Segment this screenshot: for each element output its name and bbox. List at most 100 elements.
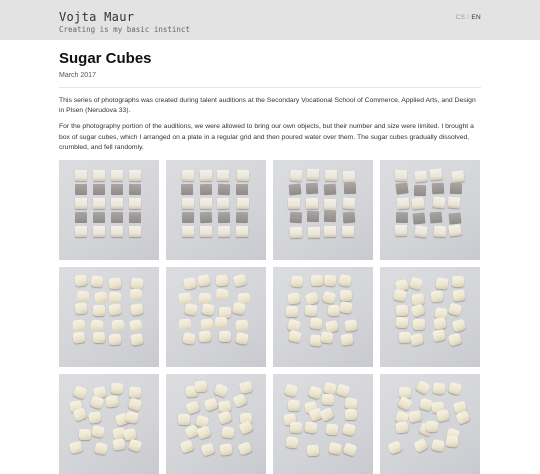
sugar-cube	[455, 410, 471, 425]
lang-separator: /	[467, 14, 470, 21]
sugar-cube	[199, 211, 213, 224]
sugar-cube	[289, 226, 303, 239]
sugar-cube	[433, 225, 447, 237]
gallery-photo[interactable]	[166, 374, 266, 474]
sugar-cube	[327, 304, 340, 317]
sugar-cube	[412, 211, 426, 225]
lang-cs-link[interactable]: CS	[456, 14, 466, 21]
gallery-photo[interactable]	[380, 374, 480, 474]
sugar-cube	[324, 169, 338, 182]
sugar-cube	[200, 302, 215, 316]
sugar-cube	[196, 424, 212, 440]
sugar-cube	[93, 184, 105, 195]
sugar-cube	[343, 170, 356, 183]
sugar-cube	[339, 289, 352, 302]
sugar-cube	[435, 277, 449, 291]
sugar-cube	[318, 407, 335, 423]
sugar-cube	[217, 225, 230, 238]
site-name[interactable]: Vojta Maur	[59, 10, 190, 24]
sugar-cube	[198, 330, 213, 343]
sugar-cube	[183, 277, 198, 291]
sugar-cube	[343, 396, 358, 410]
gallery-photo[interactable]	[59, 267, 159, 367]
sugar-cube	[451, 275, 464, 288]
gallery-photo[interactable]	[273, 160, 373, 260]
sugar-cube	[200, 442, 216, 457]
gallery-photo[interactable]	[166, 267, 266, 367]
brand[interactable]: Vojta Maur Creating is my basic instinct	[59, 10, 190, 35]
sugar-cube	[181, 183, 194, 196]
sugar-cube	[217, 169, 230, 181]
sugar-cube	[90, 318, 105, 332]
sugar-cube	[238, 380, 253, 395]
sugar-cube	[72, 385, 88, 401]
gallery-photo[interactable]	[166, 160, 266, 260]
sugar-cube	[75, 212, 87, 223]
sugar-cube	[75, 198, 87, 209]
sugar-cube	[88, 411, 103, 424]
sugar-cube	[430, 290, 444, 303]
divider	[59, 87, 481, 88]
sugar-cube	[129, 184, 141, 195]
sugar-cube	[306, 211, 320, 223]
sugar-cube	[323, 273, 337, 287]
sugar-cube	[217, 409, 234, 425]
gallery-photo[interactable]	[273, 267, 373, 367]
language-switcher: CS / EN	[456, 14, 481, 21]
sugar-cube	[93, 170, 105, 181]
sugar-cube	[111, 320, 124, 332]
sugar-cube	[343, 319, 358, 332]
sugar-cube	[177, 413, 191, 426]
sugar-cube	[235, 319, 249, 332]
sugar-cube	[108, 291, 122, 304]
sugar-cube	[179, 439, 195, 454]
sugar-cube	[200, 318, 214, 331]
gallery-photo[interactable]	[380, 267, 480, 367]
gallery-photo[interactable]	[273, 374, 373, 474]
sugar-cube	[324, 423, 339, 437]
page-title: Sugar Cubes	[59, 50, 152, 67]
sugar-cube	[448, 212, 462, 225]
sugar-cube	[130, 333, 145, 347]
sugar-cube	[448, 224, 462, 237]
sugar-cube	[431, 382, 446, 395]
sugar-cube	[305, 291, 320, 306]
sugar-cube	[76, 290, 90, 303]
sugar-cube	[235, 226, 248, 238]
sugar-cube	[289, 169, 303, 182]
sugar-cube	[74, 302, 88, 315]
sugar-cube	[323, 225, 337, 237]
sugar-cube	[108, 277, 122, 290]
sugar-cube	[90, 275, 104, 288]
sugar-cube	[68, 440, 84, 455]
sugar-cube	[320, 331, 334, 344]
sugar-cube	[231, 393, 248, 409]
sugar-cube	[232, 301, 247, 316]
sugar-cube	[129, 318, 144, 332]
sugar-cube	[287, 329, 302, 343]
sugar-cube	[335, 383, 351, 399]
sugar-cube	[219, 442, 233, 456]
sugar-cube	[93, 442, 108, 456]
gallery-photo[interactable]	[380, 160, 480, 260]
sugar-cube	[342, 197, 356, 210]
sugar-cube	[436, 409, 451, 423]
gallery-photo[interactable]	[59, 374, 159, 474]
sugar-cube	[338, 274, 353, 288]
sugar-cube	[408, 276, 424, 291]
sugar-cube	[89, 395, 105, 410]
sugar-cube	[200, 169, 213, 181]
sugar-cube	[111, 226, 123, 237]
sugar-cube	[408, 410, 423, 424]
sugar-cube	[304, 420, 318, 434]
sugar-cube	[344, 409, 357, 421]
sugar-cube	[71, 331, 86, 345]
sugar-cube	[199, 225, 212, 237]
sugar-cube	[203, 397, 218, 412]
sugar-cube	[129, 212, 141, 223]
sugar-cube	[328, 441, 343, 456]
site-header: Vojta Maur Creating is my basic instinct…	[0, 0, 540, 40]
sugar-cube	[309, 317, 324, 330]
sugar-cube	[130, 277, 145, 290]
gallery-photo[interactable]	[59, 160, 159, 260]
